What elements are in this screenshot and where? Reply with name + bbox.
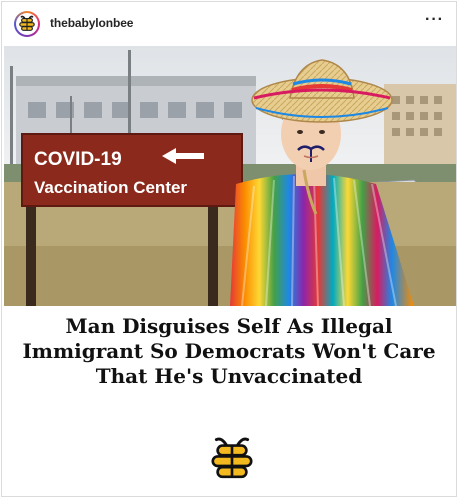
avatar[interactable] bbox=[14, 11, 40, 37]
headline-line-3: That He's Unvaccinated bbox=[95, 364, 363, 388]
headline-line-2: Immigrant So Democrats Won't Care bbox=[22, 339, 436, 363]
post-image[interactable]: COVID-19 Vaccination Center bbox=[4, 46, 456, 306]
more-options-icon[interactable]: ··· bbox=[425, 11, 444, 29]
instagram-post: thebabylonbee ··· COVID-19 Vaccination C… bbox=[1, 1, 457, 497]
sign-line-2: Vaccination Center bbox=[34, 178, 187, 197]
post-header: thebabylonbee ··· bbox=[2, 2, 456, 46]
babylon-bee-logo-icon bbox=[19, 15, 35, 31]
username-link[interactable]: thebabylonbee bbox=[50, 16, 133, 30]
headline: Man Disguises Self As Illegal Immigrant … bbox=[2, 314, 456, 389]
headline-line-1: Man Disguises Self As Illegal bbox=[65, 314, 393, 338]
covid-vaccination-sign: COVID-19 Vaccination Center bbox=[21, 133, 243, 207]
babylon-bee-logo-icon bbox=[208, 436, 256, 484]
sign-line-1: COVID-19 bbox=[34, 149, 122, 170]
